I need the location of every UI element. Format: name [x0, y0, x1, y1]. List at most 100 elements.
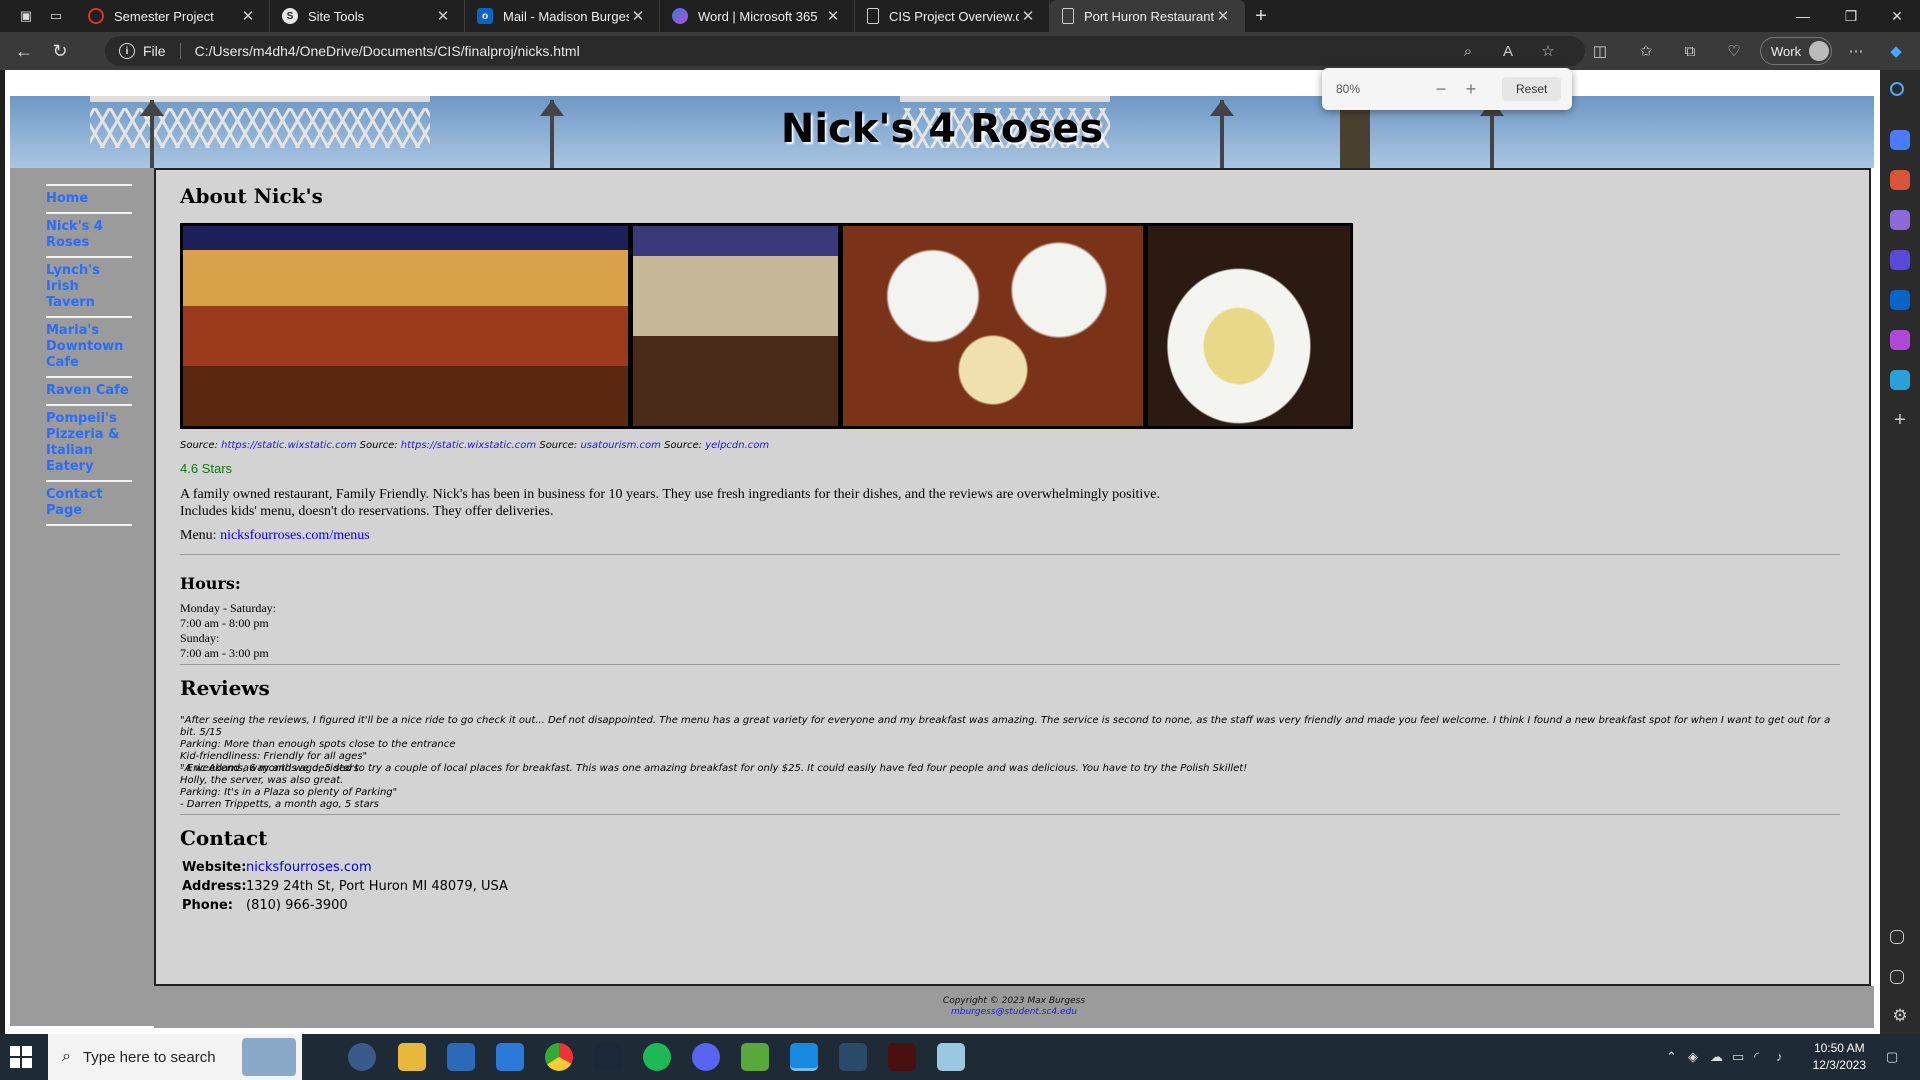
- footer-email-link[interactable]: mburgess@student.sc4.edu: [951, 1007, 1077, 1017]
- menu-label: Menu:: [180, 528, 217, 543]
- menu-link[interactable]: nicksfourroses.com/menus: [220, 528, 370, 543]
- taskbar-search-box[interactable]: ⌕ Type here to search: [48, 1034, 302, 1080]
- review-text: Holly, the server, was also great.: [180, 775, 344, 786]
- mail-icon[interactable]: [496, 1043, 524, 1071]
- read-aloud-icon[interactable]: A: [1496, 40, 1520, 62]
- network-icon[interactable]: ◜: [1754, 1049, 1759, 1065]
- new-tab-icon[interactable]: +: [1249, 4, 1273, 28]
- cortana-icon[interactable]: [348, 1043, 376, 1071]
- browser-toolbar: ← ↻ i File C:/Users/m4dh4/OneDrive/Docum…: [0, 32, 1920, 70]
- nav-link-marias-downtown-cafe[interactable]: Maria's Downtown Cafe: [46, 323, 132, 371]
- search-icon[interactable]: [1890, 82, 1904, 96]
- chrome-icon[interactable]: [545, 1043, 573, 1071]
- hours-list: Monday - Saturday: 7:00 am - 8:00 pm Sun…: [180, 601, 276, 661]
- tray-app-icon[interactable]: ◈: [1688, 1049, 1698, 1065]
- source-link[interactable]: yelpcdn.com: [705, 440, 769, 451]
- nav-link-contact-page[interactable]: Contact Page: [46, 487, 132, 519]
- source-link[interactable]: usatourism.com: [580, 440, 660, 451]
- microsoft-store-icon[interactable]: [447, 1043, 475, 1071]
- tools-icon[interactable]: [1890, 170, 1910, 190]
- tab-semester-project[interactable]: Semester Project ✕: [76, 0, 270, 32]
- zoom-reset-button[interactable]: Reset: [1502, 77, 1562, 101]
- close-icon[interactable]: ✕: [239, 7, 257, 25]
- collections-icon[interactable]: ⧉: [1678, 40, 1702, 62]
- back-icon[interactable]: ←: [10, 38, 38, 64]
- close-icon[interactable]: ✕: [1214, 7, 1232, 25]
- zoom-in-icon[interactable]: +: [1456, 79, 1486, 100]
- restore-icon[interactable]: ❐: [1828, 0, 1874, 32]
- volume-icon[interactable]: ♪: [1776, 1049, 1783, 1064]
- info-icon[interactable]: i: [119, 43, 135, 59]
- onedrive-icon[interactable]: ☁: [1710, 1049, 1723, 1065]
- steam-icon[interactable]: [594, 1043, 622, 1071]
- website-link[interactable]: nicksfourroses.com: [246, 860, 372, 875]
- tab-title: Word | Microsoft 365: [698, 8, 818, 24]
- nav-link-home[interactable]: Home: [46, 191, 132, 207]
- discord-icon[interactable]: [692, 1043, 720, 1071]
- edge-browser-icon[interactable]: [790, 1043, 818, 1071]
- notifications-icon[interactable]: ▢: [1886, 1049, 1898, 1065]
- zoom-icon[interactable]: ⌕: [1456, 40, 1480, 62]
- spotify-icon[interactable]: [643, 1043, 671, 1071]
- description-line: A family owned restaurant, Family Friend…: [180, 487, 1160, 502]
- close-icon[interactable]: ✕: [434, 7, 452, 25]
- battery-icon[interactable]: ▭: [1732, 1049, 1744, 1065]
- add-icon[interactable]: +: [1890, 410, 1910, 430]
- game-icon[interactable]: [888, 1043, 916, 1071]
- tab-mail-outlook[interactable]: o Mail - Madison Burgess - Outlook ✕: [465, 0, 660, 32]
- file-explorer-icon[interactable]: [398, 1043, 426, 1071]
- outlook-icon[interactable]: [1890, 290, 1910, 310]
- close-icon[interactable]: ✕: [1019, 7, 1037, 25]
- address-separator: [179, 43, 181, 59]
- phone-label: Phone:: [182, 898, 233, 913]
- minimize-icon[interactable]: —: [1780, 0, 1826, 32]
- workspaces-icon[interactable]: ▣: [14, 4, 38, 28]
- windows-start-icon[interactable]: [10, 1046, 34, 1068]
- nav-link-pompeiis-pizzeria[interactable]: Pompeii's Pizzeria & Italian Eatery: [46, 411, 132, 475]
- minecraft-icon[interactable]: [741, 1043, 769, 1071]
- tab-site-tools[interactable]: S Site Tools ✕: [270, 0, 465, 32]
- search-highlight-icon[interactable]: [242, 1038, 296, 1076]
- games-icon[interactable]: [1890, 210, 1910, 230]
- microsoft-365-icon[interactable]: [1890, 250, 1910, 270]
- address-bar[interactable]: i File C:/Users/m4dh4/OneDrive/Documents…: [105, 36, 1585, 66]
- tab-port-huron-restaurants[interactable]: Port Huron Restaurants - Nick's ✕: [1050, 0, 1245, 32]
- nav-link-raven-cafe[interactable]: Raven Cafe: [46, 383, 132, 399]
- about-description: A family owned restaurant, Family Friend…: [180, 486, 1160, 520]
- source-link[interactable]: https://static.wixstatic.com: [401, 440, 536, 451]
- refresh-icon[interactable]: ↻: [46, 38, 74, 64]
- tab-actions-icon[interactable]: ▭: [44, 4, 68, 28]
- designer-icon[interactable]: [1890, 330, 1910, 350]
- zoom-out-icon[interactable]: −: [1426, 79, 1456, 100]
- source-label: Source:: [180, 440, 218, 451]
- favorite-star-icon[interactable]: ☆: [1536, 40, 1560, 62]
- copyright-text: Copyright © 2023 Max Burgess: [942, 996, 1086, 1006]
- chevron-up-icon[interactable]: ⌃: [1666, 1049, 1677, 1065]
- split-screen-icon[interactable]: ◫: [1588, 40, 1612, 62]
- close-icon[interactable]: ✕: [824, 7, 842, 25]
- favorites-icon[interactable]: ✩: [1634, 40, 1658, 62]
- tab-word-m365[interactable]: Word | Microsoft 365 ✕: [660, 0, 855, 32]
- notepad-icon[interactable]: [937, 1043, 965, 1071]
- close-icon[interactable]: ✕: [629, 7, 647, 25]
- url-text[interactable]: C:/Users/m4dh4/OneDrive/Documents/CIS/fi…: [195, 43, 580, 59]
- profile-button[interactable]: Work: [1760, 37, 1832, 65]
- more-menu-icon[interactable]: ⋯: [1844, 40, 1868, 62]
- system-clock[interactable]: 10:50 AM 12/3/2023: [1813, 1040, 1866, 1074]
- omelette-photo: [1148, 226, 1350, 426]
- sidebar-toggle-icon[interactable]: [1890, 930, 1904, 944]
- tab-cis-project-overview[interactable]: CIS Project Overview.docx ✕: [855, 0, 1050, 32]
- browser-essentials-icon[interactable]: ♡: [1722, 40, 1746, 62]
- source-label: Source:: [539, 440, 578, 451]
- source-link[interactable]: https://static.wixstatic.com: [221, 440, 356, 451]
- drop-icon[interactable]: [1890, 370, 1910, 390]
- restaurant-interior-photo: [183, 226, 628, 426]
- nav-link-lynchs-irish-tavern[interactable]: Lynch's Irish Tavern: [46, 263, 132, 311]
- steam-app-icon[interactable]: [839, 1043, 867, 1071]
- external-link-icon[interactable]: [1890, 970, 1904, 984]
- nav-link-nicks-4-roses[interactable]: Nick's 4 Roses: [46, 219, 132, 251]
- close-window-icon[interactable]: ✕: [1874, 0, 1920, 32]
- shopping-tag-icon[interactable]: [1890, 130, 1910, 150]
- copilot-icon[interactable]: ◆: [1884, 40, 1908, 62]
- settings-gear-icon[interactable]: ⚙: [1890, 1006, 1910, 1026]
